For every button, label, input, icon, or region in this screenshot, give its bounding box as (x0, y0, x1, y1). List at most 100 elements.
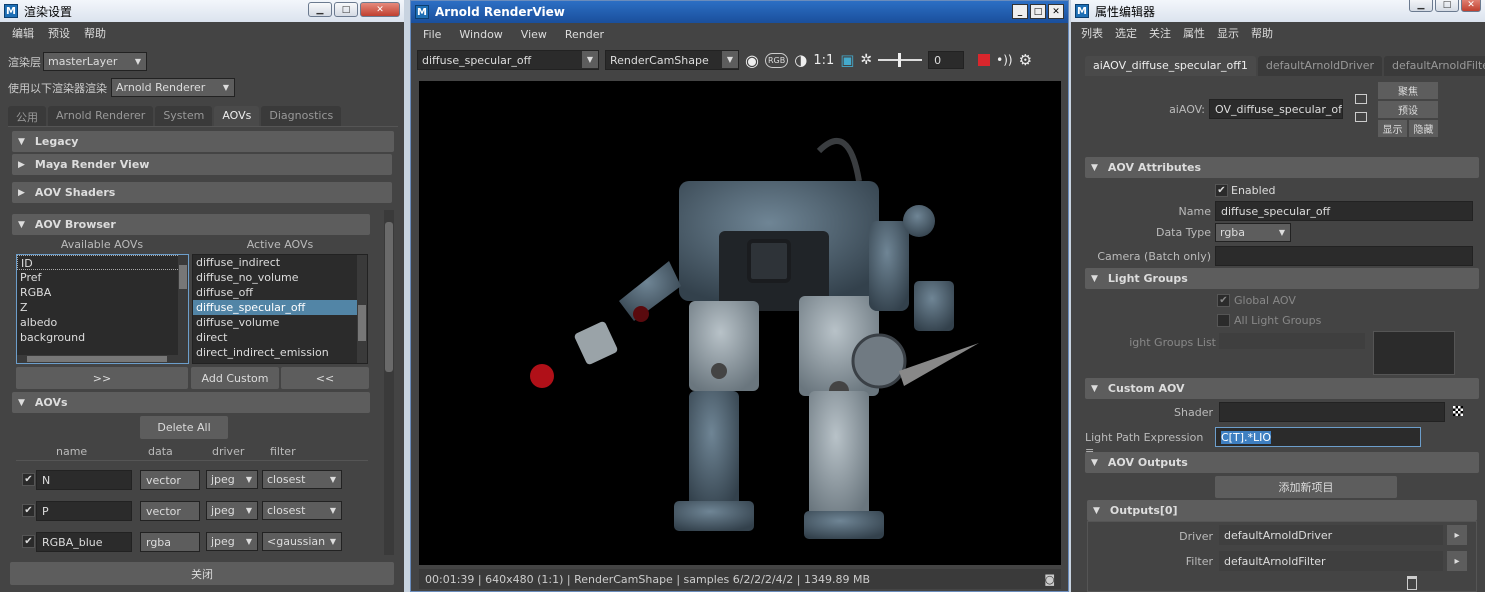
available-aovs-list[interactable]: ID Pref RGBA Z albedo background (16, 254, 189, 364)
render-layer-dropdown[interactable]: masterLayer ▼ (43, 52, 147, 71)
driver-field[interactable]: defaultArnoldDriver (1219, 525, 1443, 545)
enable-checkbox[interactable]: ✔ (22, 504, 35, 517)
section-aovs[interactable]: ▼ AOVs (12, 392, 370, 413)
filter-field[interactable]: defaultArnoldFilter (1219, 551, 1443, 571)
section-aov-browser[interactable]: ▼ AOV Browser (12, 214, 370, 235)
driver-dropdown[interactable]: jpeg ▼ (206, 532, 258, 551)
lpe-field[interactable]: C[T].*LIO (1215, 427, 1421, 447)
menu-help[interactable]: 帮助 (84, 25, 106, 41)
filter-dropdown[interactable]: closest ▼ (262, 470, 342, 489)
section-outputs-0[interactable]: ▼ Outputs[0] (1087, 500, 1477, 521)
section-legacy[interactable]: ▼ Legacy (12, 131, 394, 152)
menu-show[interactable]: 显示 (1217, 25, 1239, 41)
focus-button[interactable]: 聚焦 (1378, 82, 1438, 99)
aov-select-dropdown[interactable]: diffuse_specular_off ▼ (417, 50, 599, 70)
list-item[interactable]: Pref (17, 270, 188, 285)
menu-attributes[interactable]: 属性 (1183, 25, 1205, 41)
renderer-dropdown[interactable]: Arnold Renderer ▼ (111, 78, 235, 97)
aov-name-field[interactable]: RGBA_blue (36, 532, 132, 552)
menu-selected[interactable]: 选定 (1115, 25, 1137, 41)
shader-field[interactable] (1219, 402, 1445, 422)
crop-region-icon[interactable]: ▣ (840, 51, 854, 69)
aov-name-field[interactable]: P (36, 501, 132, 521)
minimize-button[interactable]: ▁ (308, 2, 332, 17)
list-item[interactable]: direct (193, 330, 367, 345)
camera-select-dropdown[interactable]: RenderCamShape ▼ (605, 50, 739, 70)
enable-checkbox[interactable]: ✔ (22, 473, 35, 486)
hide-button[interactable]: 隐藏 (1409, 120, 1438, 137)
add-new-item-button[interactable]: 添加新项目 (1215, 476, 1397, 498)
active-aovs-list[interactable]: diffuse_indirect diffuse_no_volume diffu… (192, 254, 368, 364)
menu-render[interactable]: Render (565, 28, 604, 41)
tab-default-arnold-filter[interactable]: defaultArnoldFilter (1384, 56, 1485, 76)
minimize-button[interactable]: ▁ (1409, 0, 1433, 12)
list-item[interactable]: albedo (17, 315, 188, 330)
menu-edit[interactable]: 编辑 (12, 25, 34, 41)
zoom-ratio[interactable]: 1:1 (813, 53, 834, 68)
list-item[interactable]: RGBA (17, 285, 188, 300)
aov-name-field[interactable]: diffuse_specular_off (1215, 201, 1473, 221)
section-light-groups[interactable]: ▼ Light Groups (1085, 268, 1479, 289)
filter-navigate-button[interactable]: ▸ (1447, 551, 1467, 571)
go-to-node-icon[interactable] (1355, 112, 1367, 122)
aov-data-field[interactable]: vector (140, 470, 200, 490)
trash-icon[interactable] (1407, 576, 1417, 590)
color-correct-icon[interactable]: ◑ (794, 51, 807, 69)
tab-default-arnold-driver[interactable]: defaultArnoldDriver (1257, 56, 1382, 76)
data-type-dropdown[interactable]: rgba ▼ (1215, 223, 1291, 242)
maximize-button[interactable]: □ (1435, 0, 1459, 12)
driver-navigate-button[interactable]: ▸ (1447, 525, 1467, 545)
light-groups-list-field[interactable] (1219, 333, 1365, 349)
close-window-button[interactable]: ✕ (1461, 0, 1481, 12)
settings-gear-icon[interactable]: ⚙ (1019, 51, 1032, 69)
driver-dropdown[interactable]: jpeg ▼ (206, 470, 258, 489)
exposure-slider[interactable] (878, 53, 923, 67)
show-button[interactable]: 显示 (1378, 120, 1407, 137)
aov-name-field[interactable]: N (36, 470, 132, 490)
aov-data-field[interactable]: vector (140, 501, 200, 521)
rgb-channels-icon[interactable]: RGB (764, 52, 789, 68)
title-bar[interactable]: M Arnold RenderView _ □ ✕ (411, 1, 1068, 23)
add-aov-button[interactable]: >> (16, 367, 188, 389)
refresh-icon[interactable]: ◉ (745, 51, 759, 70)
tab-diagnostics[interactable]: Diagnostics (261, 106, 342, 126)
select-node-icon[interactable] (1355, 94, 1367, 104)
menu-presets[interactable]: 预设 (48, 25, 70, 41)
section-aov-attributes[interactable]: ▼ AOV Attributes (1085, 157, 1479, 178)
maximize-button[interactable]: □ (1030, 4, 1046, 19)
list-item[interactable]: Z (17, 300, 188, 315)
light-groups-list-box[interactable] (1373, 331, 1455, 375)
close-window-button[interactable]: ✕ (1048, 4, 1064, 19)
maximize-button[interactable]: □ (334, 2, 358, 17)
list-item[interactable]: ID (17, 255, 188, 270)
section-aov-outputs[interactable]: ▼ AOV Outputs (1085, 452, 1479, 473)
list-item-selected[interactable]: diffuse_specular_off (193, 300, 367, 315)
remove-aov-button[interactable]: << (281, 367, 369, 389)
enable-checkbox[interactable]: ✔ (22, 535, 35, 548)
menu-window[interactable]: Window (459, 28, 502, 41)
menu-view[interactable]: View (521, 28, 547, 41)
menu-list[interactable]: 列表 (1081, 25, 1103, 41)
tab-arnold-renderer[interactable]: Arnold Renderer (48, 106, 154, 126)
driver-dropdown[interactable]: jpeg ▼ (206, 501, 258, 520)
stop-render-icon[interactable] (978, 54, 991, 66)
close-window-button[interactable]: ✕ (360, 2, 400, 17)
camera-field[interactable] (1215, 246, 1473, 266)
exposure-icon[interactable]: ✲ (860, 52, 872, 68)
global-aov-checkbox[interactable]: ✔ (1217, 294, 1230, 307)
tab-common[interactable]: 公用 (8, 106, 46, 126)
enabled-checkbox[interactable]: ✔ (1215, 184, 1228, 197)
close-button[interactable]: 关闭 (10, 562, 394, 585)
add-custom-button[interactable]: Add Custom (191, 367, 279, 389)
presets-button[interactable]: 预设 (1378, 101, 1438, 118)
all-light-groups-checkbox[interactable] (1217, 314, 1230, 327)
filter-dropdown[interactable]: <gaussian> ▼ (262, 532, 342, 551)
filter-dropdown[interactable]: closest ▼ (262, 501, 342, 520)
interactive-render-icon[interactable]: •)) (996, 53, 1012, 67)
list-item[interactable]: direct_indirect_emission (193, 345, 367, 360)
minimize-button[interactable]: _ (1012, 4, 1028, 19)
section-maya-render-view[interactable]: ▶ Maya Render View (12, 154, 392, 175)
list-item[interactable]: background (17, 330, 188, 345)
checker-map-icon[interactable] (1453, 406, 1463, 416)
section-custom-aov[interactable]: ▼ Custom AOV (1085, 378, 1479, 399)
